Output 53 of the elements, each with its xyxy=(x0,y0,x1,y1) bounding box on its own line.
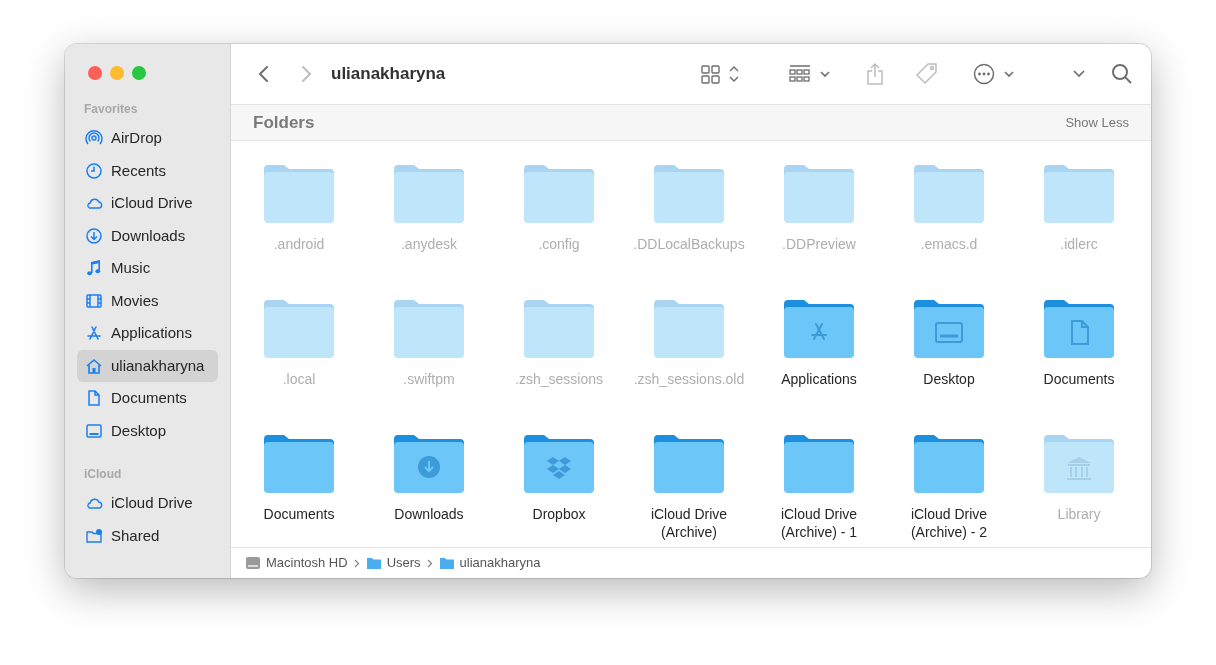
icon-grid-icon xyxy=(701,64,741,84)
sidebar-item[interactable]: AirDrop xyxy=(77,122,218,155)
folder-item[interactable]: Dropbox xyxy=(494,435,624,547)
sidebar-item[interactable]: Shared xyxy=(77,519,218,552)
folder-icon xyxy=(438,556,455,570)
app-store-icon xyxy=(85,324,103,343)
section-title: Folders xyxy=(253,111,315,134)
clock-icon xyxy=(85,161,103,180)
back-icon xyxy=(257,64,271,84)
sidebar-section-title: Favorites xyxy=(83,101,139,118)
sidebar-item[interactable]: Recents xyxy=(77,154,218,187)
path-item[interactable]: ulianakharyna xyxy=(438,553,541,573)
house-icon xyxy=(85,356,103,375)
path-item[interactable]: Macintosh HD xyxy=(245,553,348,573)
sidebar-item[interactable]: iCloud Drive xyxy=(77,487,218,520)
document-icon xyxy=(85,389,103,408)
sidebar-item[interactable]: Documents xyxy=(77,382,218,415)
sidebar-item[interactable]: Downloads xyxy=(77,219,218,252)
folder-item[interactable]: Applications xyxy=(754,300,884,435)
group-by-icon xyxy=(789,64,833,84)
path-item[interactable]: Users xyxy=(365,553,421,573)
sidebar-item[interactable]: Applications xyxy=(77,317,218,350)
folder-item[interactable]: Documents xyxy=(234,435,364,547)
folder-item[interactable]: iCloud Drive (Archive) xyxy=(624,435,754,547)
sidebar-item[interactable]: ulianakharyna xyxy=(77,349,218,382)
sidebar-item[interactable]: Music xyxy=(77,252,218,285)
tag-icon xyxy=(915,62,939,86)
show-less-button[interactable]: Show Less xyxy=(1065,112,1129,133)
sidebar-item[interactable]: Desktop xyxy=(77,414,218,447)
chevron-right-icon xyxy=(353,558,360,568)
desktop-icon xyxy=(85,421,103,440)
sidebar-item[interactable]: Movies xyxy=(77,284,218,317)
sidebar-item[interactable]: iCloud Drive xyxy=(77,187,218,220)
folder-item[interactable]: iCloud Drive (Archive) - 2 xyxy=(884,435,1014,547)
chevron-right-icon xyxy=(426,558,433,568)
film-icon xyxy=(85,291,103,310)
search-icon xyxy=(1111,63,1133,85)
folder-item[interactable]: Downloads xyxy=(364,435,494,547)
folder-icon xyxy=(365,556,382,570)
forward-icon xyxy=(299,64,313,84)
window-title: ulianakharyna xyxy=(331,63,446,86)
hard-drive-icon xyxy=(245,555,261,571)
close-button[interactable] xyxy=(88,66,102,80)
sidebar-section-title: iCloud xyxy=(83,466,123,483)
chevron-down-icon xyxy=(1073,70,1085,78)
download-icon xyxy=(85,226,103,245)
more-options-icon xyxy=(973,63,1015,85)
folder-item[interactable]: iCloud Drive (Archive) - 1 xyxy=(754,435,884,547)
music-note-icon xyxy=(85,259,103,278)
shared-folder-icon xyxy=(85,526,103,545)
folder-item[interactable]: Documents xyxy=(1014,300,1144,435)
share-icon xyxy=(865,62,885,86)
folder-item[interactable]: Desktop xyxy=(884,300,1014,435)
